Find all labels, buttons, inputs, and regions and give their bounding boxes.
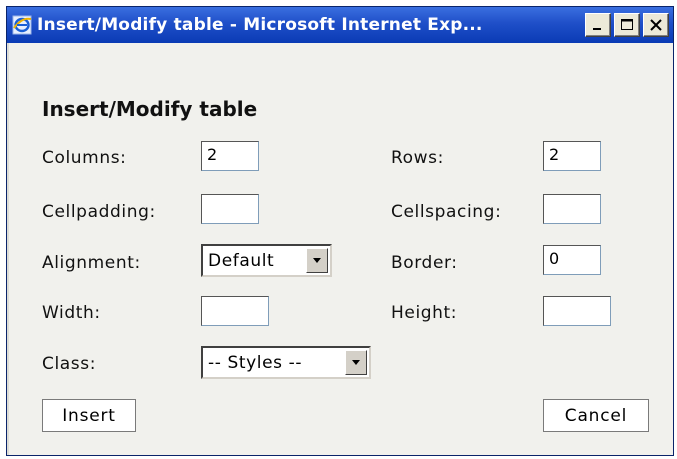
alignment-dropdown-button[interactable]	[306, 248, 328, 273]
class-label: Class:	[42, 354, 97, 374]
width-input[interactable]	[201, 296, 269, 326]
alignment-label: Alignment:	[42, 253, 141, 273]
height-input[interactable]	[543, 296, 611, 326]
ie-icon	[11, 14, 33, 36]
height-label: Height:	[391, 303, 458, 323]
insert-button[interactable]: Insert	[42, 399, 136, 432]
cellspacing-label: Cellspacing:	[391, 202, 502, 222]
cellpadding-label: Cellpadding:	[42, 202, 156, 222]
border-input[interactable]: 0	[543, 245, 601, 275]
width-label: Width:	[42, 303, 101, 323]
maximize-button[interactable]	[614, 13, 640, 37]
columns-input[interactable]: 2	[201, 141, 259, 171]
dialog-heading: Insert/Modify table	[42, 97, 258, 121]
alignment-select[interactable]: Default	[201, 244, 332, 277]
dialog-window: Insert/Modify table - Microsoft Internet…	[6, 6, 674, 456]
maximize-icon	[621, 19, 633, 30]
chevron-down-icon	[352, 359, 360, 365]
class-dropdown-button[interactable]	[345, 350, 367, 375]
chevron-down-icon	[313, 257, 321, 263]
class-select-value: -- Styles --	[208, 352, 303, 373]
minimize-button[interactable]	[585, 13, 611, 37]
rows-input[interactable]: 2	[543, 141, 601, 171]
columns-label: Columns:	[42, 148, 127, 168]
close-button[interactable]	[643, 13, 669, 37]
minimize-icon	[593, 28, 601, 30]
rows-label: Rows:	[391, 148, 444, 168]
window-title: Insert/Modify table - Microsoft Internet…	[37, 15, 483, 35]
cellspacing-input[interactable]	[543, 194, 601, 224]
cellpadding-input[interactable]	[201, 194, 259, 224]
class-select[interactable]: -- Styles --	[201, 346, 371, 379]
alignment-select-value: Default	[208, 250, 275, 271]
border-label: Border:	[391, 253, 458, 273]
close-icon	[650, 19, 662, 31]
cancel-button[interactable]: Cancel	[543, 399, 649, 432]
title-bar[interactable]: Insert/Modify table - Microsoft Internet…	[7, 7, 673, 43]
